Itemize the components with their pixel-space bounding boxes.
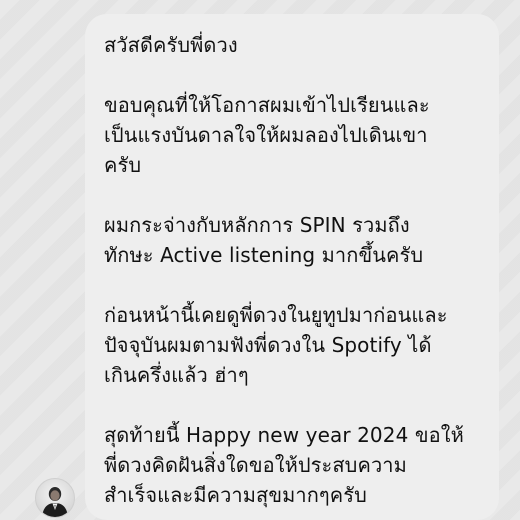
message-paragraph-thanks: ขอบคุณที่ให้โอกาสผมเข้าไปเรียนและ เป็นแร… bbox=[104, 93, 430, 177]
message-bubble[interactable]: สวัสดีครับพี่ดวง ขอบคุณที่ให้โอกาสผมเข้า… bbox=[85, 14, 499, 520]
sender-avatar-icon[interactable] bbox=[35, 478, 75, 518]
message-paragraph-spin: ผมกระจ่างกับหลักการ SPIN รวมถึง ทักษะ Ac… bbox=[104, 213, 424, 267]
chat-screen: สวัสดีครับพี่ดวง ขอบคุณที่ให้โอกาสผมเข้า… bbox=[0, 0, 520, 520]
person-icon bbox=[42, 487, 68, 517]
message-greeting: สวัสดีครับพี่ดวง bbox=[104, 33, 238, 57]
message-paragraph-new-year: สุดท้ายนี้ Happy new year 2024 ขอให้ พี่… bbox=[104, 423, 464, 507]
message-paragraph-youtube-spotify: ก่อนหน้านี้เคยดูพี่ดวงในยูทูปมาก่อนและ ป… bbox=[104, 303, 448, 387]
